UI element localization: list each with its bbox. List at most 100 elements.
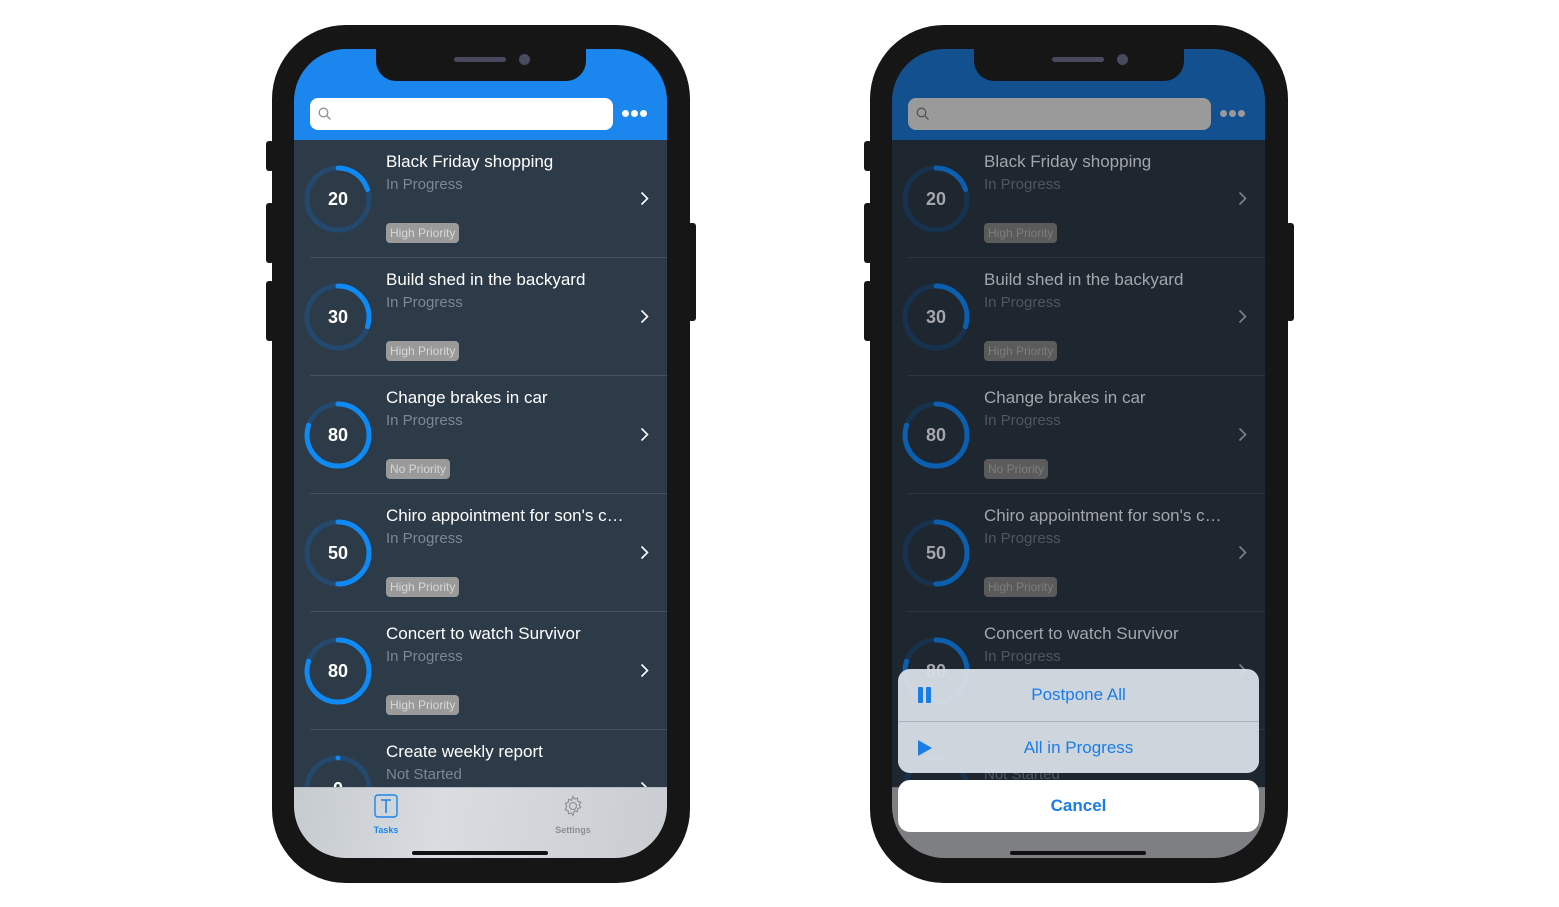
cancel-button[interactable]: Cancel bbox=[898, 780, 1259, 832]
task-title: Change brakes in car bbox=[984, 388, 1146, 407]
screen: 20 Black Friday shopping In Progress Hig… bbox=[892, 49, 1265, 858]
progress-value: 30 bbox=[925, 306, 947, 327]
tab-tasks[interactable]: Tasks bbox=[341, 794, 431, 835]
priority-badge: High Priority bbox=[386, 341, 460, 361]
notch bbox=[376, 49, 586, 81]
chevron-right-icon bbox=[640, 545, 649, 560]
chevron-right-icon bbox=[640, 191, 649, 206]
all-in-progress-label: All in Progress bbox=[1023, 737, 1134, 757]
chevron-right-icon bbox=[1238, 545, 1247, 560]
home-indicator bbox=[1010, 851, 1146, 855]
task-row[interactable]: 80 Concert to watch Survivor In Progress… bbox=[294, 612, 667, 730]
progress-value: 80 bbox=[925, 424, 947, 445]
priority-badge: No Priority bbox=[386, 459, 451, 479]
power-button bbox=[688, 223, 696, 321]
task-row[interactable]: 50 Chiro appointment for son's c… In Pro… bbox=[892, 494, 1265, 612]
chevron-right-icon bbox=[640, 309, 649, 324]
priority-badge: High Priority bbox=[984, 577, 1058, 597]
mute-switch bbox=[864, 141, 872, 171]
search-input[interactable] bbox=[310, 98, 613, 130]
chevron-right-icon bbox=[640, 663, 649, 678]
progress-value: 80 bbox=[327, 424, 349, 445]
progress-value: 30 bbox=[327, 306, 349, 327]
task-row[interactable]: 30 Build shed in the backyard In Progres… bbox=[892, 258, 1265, 376]
mute-switch bbox=[266, 141, 274, 171]
play-icon bbox=[918, 740, 932, 756]
search-input[interactable] bbox=[908, 98, 1211, 130]
progress-value: 20 bbox=[327, 188, 349, 209]
task-list: 20 Black Friday shopping In Progress Hig… bbox=[294, 140, 667, 848]
volume-down-button bbox=[864, 281, 872, 341]
priority-badge: High Priority bbox=[386, 577, 460, 597]
priority-badge: High Priority bbox=[984, 223, 1058, 243]
speaker-icon bbox=[1052, 57, 1104, 62]
task-status: In Progress bbox=[984, 176, 1061, 193]
priority-badge: High Priority bbox=[386, 223, 460, 243]
phone-frame-right: 20 Black Friday shopping In Progress Hig… bbox=[864, 25, 1294, 883]
task-status: In Progress bbox=[386, 412, 463, 429]
task-row[interactable]: 20 Black Friday shopping In Progress Hig… bbox=[294, 140, 667, 258]
chevron-right-icon bbox=[1238, 309, 1247, 324]
task-row[interactable]: 50 Chiro appointment for son's c… In Pro… bbox=[294, 494, 667, 612]
task-row[interactable]: 30 Build shed in the backyard In Progres… bbox=[294, 258, 667, 376]
progress-value: 20 bbox=[925, 188, 947, 209]
camera-icon bbox=[1117, 54, 1128, 65]
task-status: In Progress bbox=[984, 648, 1061, 665]
chevron-right-icon bbox=[1238, 191, 1247, 206]
search-icon bbox=[916, 107, 929, 120]
volume-up-button bbox=[864, 203, 872, 263]
tasks-icon bbox=[374, 794, 398, 818]
home-indicator bbox=[412, 851, 548, 855]
task-title: Build shed in the backyard bbox=[984, 270, 1184, 289]
pause-icon bbox=[918, 687, 931, 703]
gear-icon bbox=[564, 795, 582, 817]
task-status: Not Started bbox=[386, 766, 462, 783]
task-row[interactable]: 80 Change brakes in car In Progress No P… bbox=[294, 376, 667, 494]
priority-badge: High Priority bbox=[386, 695, 460, 715]
notch bbox=[974, 49, 1184, 81]
tab-bar: Tasks Settings bbox=[294, 787, 667, 858]
task-row[interactable]: 80 Change brakes in car In Progress No P… bbox=[892, 376, 1265, 494]
task-title: Change brakes in car bbox=[386, 388, 548, 407]
task-status: In Progress bbox=[984, 530, 1061, 547]
tab-settings-label: Settings bbox=[555, 825, 591, 835]
priority-badge: High Priority bbox=[984, 341, 1058, 361]
chevron-right-icon bbox=[1238, 427, 1247, 442]
postpone-all-label: Postpone All bbox=[1031, 685, 1126, 704]
tab-settings[interactable]: Settings bbox=[528, 794, 618, 835]
priority-badge: No Priority bbox=[984, 459, 1049, 479]
screen: 20 Black Friday shopping In Progress Hig… bbox=[294, 49, 667, 858]
speaker-icon bbox=[454, 57, 506, 62]
progress-value: 50 bbox=[925, 542, 947, 563]
phone-frame-left: 20 Black Friday shopping In Progress Hig… bbox=[266, 25, 696, 883]
task-status: In Progress bbox=[386, 176, 463, 193]
action-sheet: Postpone All All in Progress bbox=[898, 669, 1259, 773]
task-title: Chiro appointment for son's c… bbox=[386, 506, 624, 525]
chevron-right-icon bbox=[640, 427, 649, 442]
progress-value: 80 bbox=[327, 660, 349, 681]
all-in-progress-button[interactable]: All in Progress bbox=[898, 721, 1259, 773]
task-title: Black Friday shopping bbox=[984, 152, 1152, 171]
task-title: Black Friday shopping bbox=[386, 152, 554, 171]
search-icon bbox=[318, 107, 331, 120]
power-button bbox=[1286, 223, 1294, 321]
task-title: Concert to watch Survivor bbox=[984, 624, 1179, 643]
task-status: In Progress bbox=[386, 530, 463, 547]
task-title: Create weekly report bbox=[386, 742, 543, 761]
task-title: Concert to watch Survivor bbox=[386, 624, 581, 643]
task-status: In Progress bbox=[386, 648, 463, 665]
task-status: In Progress bbox=[984, 412, 1061, 429]
ellipsis-icon[interactable] bbox=[622, 105, 648, 121]
camera-icon bbox=[519, 54, 530, 65]
task-title: Build shed in the backyard bbox=[386, 270, 586, 289]
task-title: Chiro appointment for son's c… bbox=[984, 506, 1222, 525]
task-row[interactable]: 20 Black Friday shopping In Progress Hig… bbox=[892, 140, 1265, 258]
tab-tasks-label: Tasks bbox=[373, 825, 399, 835]
volume-down-button bbox=[266, 281, 274, 341]
task-status: In Progress bbox=[386, 294, 463, 311]
progress-value: 50 bbox=[327, 542, 349, 563]
postpone-all-button[interactable]: Postpone All bbox=[898, 669, 1259, 721]
volume-up-button bbox=[266, 203, 274, 263]
task-status: In Progress bbox=[984, 294, 1061, 311]
ellipsis-icon[interactable] bbox=[1220, 105, 1246, 121]
